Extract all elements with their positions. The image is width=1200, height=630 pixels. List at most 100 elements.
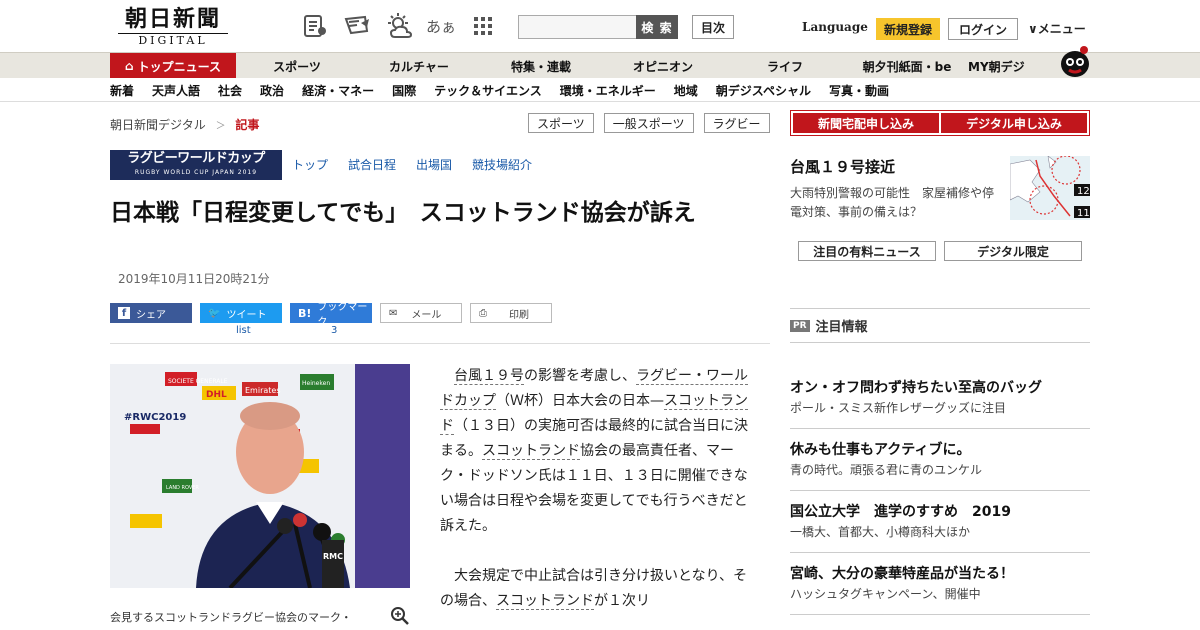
nav-region[interactable]: 地域	[674, 82, 698, 99]
newspaper-icon[interactable]	[300, 12, 330, 40]
search-input[interactable]	[518, 15, 638, 39]
hatena-label: ブックマーク	[317, 302, 368, 328]
nav-latest[interactable]: 新着	[110, 82, 134, 99]
digital-only-button[interactable]: デジタル限定	[944, 241, 1082, 261]
font-size-icon[interactable]: あぁ	[426, 12, 456, 40]
article-photo[interactable]: SOCIETE GENERALE DHL Emirates Heineken L…	[110, 364, 410, 588]
photo-text-emirates: Emirates	[245, 386, 281, 395]
divider	[790, 490, 1090, 491]
pr-item[interactable]: 国公立大学 進学のすすめ 2019 一橋大、首都大、小樽商科大ほか	[790, 502, 1090, 542]
pr-item[interactable]: 宮崎、大分の豪華特産品が当たる！ ハッシュタグキャンペーン、開催中	[790, 564, 1090, 604]
tag-rugby[interactable]: ラグビー	[703, 113, 770, 133]
nav-top-news[interactable]: ⌂ トップニュース	[110, 53, 236, 79]
nav-environment[interactable]: 環境・エネルギー	[560, 82, 656, 99]
nav-opinion[interactable]: オピニオン	[602, 53, 724, 79]
font-size-label: あぁ	[426, 17, 457, 36]
nav-international[interactable]: 国際	[392, 82, 416, 99]
keyword-link[interactable]: 台風１９号	[454, 368, 524, 385]
text: （Ｗ杯）日本大会の日本—	[496, 393, 664, 409]
tag-sports[interactable]: スポーツ	[528, 113, 594, 133]
photo-text-sg: SOCIETE GENERALE	[168, 378, 228, 385]
divider	[790, 308, 1090, 309]
language-link[interactable]: Language	[802, 20, 868, 34]
rwc-link-top[interactable]: トップ	[292, 156, 328, 173]
print-button[interactable]: ⎙ 印刷	[470, 303, 552, 323]
right-buttons: 注目の有料ニュース デジタル限定	[798, 241, 1082, 261]
map-label-12: 12	[1077, 186, 1090, 197]
twitter-label: ツイート	[226, 309, 267, 321]
nav-special[interactable]: 朝デジスペシャル	[716, 82, 811, 99]
twitter-share-button[interactable]: 🐦 ツイート	[200, 303, 282, 323]
photo-text-heineken: Heineken	[302, 380, 330, 387]
message-icon[interactable]	[342, 12, 372, 40]
facebook-icon: f	[118, 307, 130, 319]
hatena-count[interactable]: 3	[331, 325, 337, 336]
paragraph: 台風１９号の影響を考慮し、ラグビー・ワールドカップ（Ｗ杯）日本大会の日本—スコッ…	[440, 364, 750, 539]
paid-news-button[interactable]: 注目の有料ニュース	[798, 241, 936, 261]
nav-economy[interactable]: 経済・マネー	[302, 82, 374, 99]
nav-tensei[interactable]: 天声人語	[152, 82, 200, 99]
article-date: 2019年10月11日20時21分	[118, 272, 270, 286]
typhoon-news[interactable]: 台風１９号接近 大雨特別警報の可能性 家屋補修や停電対策、事前の備えは？	[790, 156, 1000, 222]
mail-button[interactable]: ✉ メール	[380, 303, 462, 323]
tag-general-sports[interactable]: 一般スポーツ	[603, 113, 694, 133]
contents-button[interactable]: 目次	[692, 15, 734, 39]
photo-text-landrover: LAND ROVER	[166, 485, 199, 491]
login-button[interactable]: ログイン	[948, 18, 1018, 40]
nav-photo[interactable]: 写真・動画	[829, 82, 889, 99]
nav-politics[interactable]: 政治	[260, 82, 284, 99]
rwc-link-venues[interactable]: 競技場紹介	[472, 156, 532, 173]
text: の影響を考慮し、	[524, 368, 636, 384]
pr-item[interactable]: オン・オフ問わず持ちたい至高のバッグ ポール・スミス新作レザーグッズに注目	[790, 378, 1090, 418]
keyword-link[interactable]: スコットランド	[496, 593, 594, 610]
typhoon-sub: 大雨特別警報の可能性 家屋補修や停電対策、事前の備えは？	[790, 186, 995, 219]
nav-sports[interactable]: スポーツ	[236, 53, 358, 79]
pr-item-title: 休みも仕事もアクティブに。	[790, 442, 971, 458]
pr-item-sub: ハッシュタグキャンペーン、開催中	[790, 587, 981, 601]
logo-jp: 朝日新聞	[124, 6, 221, 32]
pr-item-sub: ポール・スミス新作レザーグッズに注目	[790, 401, 1007, 415]
hatena-bookmark-button[interactable]: B! ブックマーク	[290, 302, 372, 328]
grid-icon[interactable]	[468, 12, 498, 40]
rwc-logo[interactable]: ラグビーワールドカップ RUGBY WORLD CUP JAPAN 2019	[110, 150, 282, 180]
pr-item-title: オン・オフ問わず持ちたい至高のバッグ	[790, 380, 1042, 396]
twitter-icon: 🐦	[208, 307, 221, 319]
nav-tech[interactable]: テック＆サイエンス	[434, 82, 542, 99]
facebook-share-button[interactable]: f シェア	[110, 303, 192, 323]
text: が１次リ	[594, 593, 650, 609]
weather-icon[interactable]	[384, 12, 414, 40]
nav-paper[interactable]: 朝夕刊紙面・be	[846, 53, 968, 79]
nav-culture[interactable]: カルチャー	[358, 53, 480, 79]
keyword-link[interactable]: スコットランド	[482, 443, 580, 460]
zoom-icon[interactable]	[390, 606, 410, 626]
rwc-link-schedule[interactable]: 試合日程	[348, 156, 396, 173]
search-button[interactable]: 検 索	[636, 15, 678, 39]
breadcrumb-home[interactable]: 朝日新聞デジタル	[110, 118, 206, 132]
rwc-logo-en: RUGBY WORLD CUP JAPAN 2019	[134, 169, 258, 176]
facebook-label: シェア	[136, 309, 166, 321]
rwc-link-teams[interactable]: 出場国	[416, 156, 452, 173]
photo-text-dhl: DHL	[206, 390, 227, 400]
pr-item[interactable]: 休みも仕事もアクティブに。 青の時代。頑張る君に青のユンケル	[790, 440, 1090, 480]
home-icon: ⌂	[125, 59, 134, 73]
share-bar: f シェア 🐦 ツイート B! ブックマーク ✉ メール ⎙ 印刷	[110, 302, 552, 328]
nav-society[interactable]: 社会	[218, 82, 242, 99]
mail-label: メール	[411, 309, 442, 321]
register-button[interactable]: 新規登録	[876, 18, 940, 40]
asahi-logo[interactable]: 朝日新聞 DIGITAL	[118, 6, 228, 48]
typhoon-map[interactable]: 12 11	[1010, 156, 1090, 220]
article-title: 日本戦「日程変更してでも」 スコットランド協会が訴え	[110, 200, 696, 226]
hatena-icon: B!	[298, 306, 312, 320]
digital-subscribe-button[interactable]: デジタル申し込み	[941, 113, 1087, 133]
photo-text-rmc: RMC	[323, 552, 343, 561]
tweet-count[interactable]: list	[236, 325, 251, 336]
mail-icon: ✉	[389, 307, 398, 319]
mascot-icon[interactable]	[1058, 44, 1092, 78]
nav-label: トップニュース	[137, 59, 221, 74]
nav-features[interactable]: 特集・連載	[480, 53, 602, 79]
menu-button[interactable]: ∨メニュー	[1028, 20, 1086, 37]
article-body: 台風１９号の影響を考慮し、ラグビー・ワールドカップ（Ｗ杯）日本大会の日本—スコッ…	[440, 364, 750, 630]
nav-life[interactable]: ライフ	[724, 53, 846, 79]
paper-subscribe-button[interactable]: 新聞宅配申し込み	[793, 113, 939, 133]
subscribe-box: 新聞宅配申し込み デジタル申し込み	[790, 110, 1090, 136]
